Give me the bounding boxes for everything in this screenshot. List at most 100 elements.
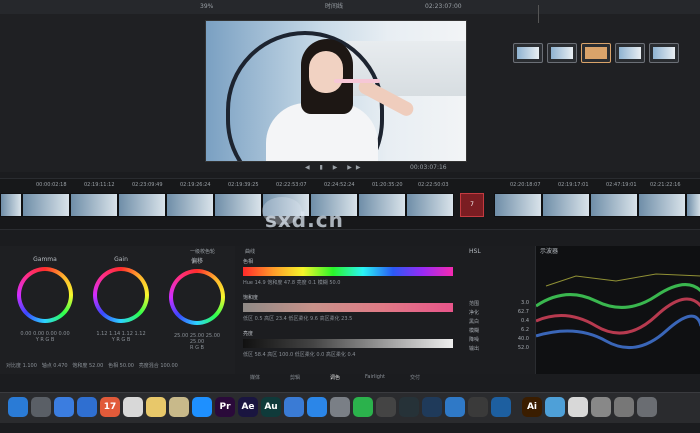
playback-buttons[interactable]: ◀ ▮ ▶ ▶▶ [305,164,364,171]
zoom-level[interactable]: 39% [200,0,213,14]
tab-deliver[interactable]: 交付 [410,374,420,381]
row-values: 低区 58.4 高区 100.0 低区柔化 0.0 高区柔化 0.4 [243,352,356,358]
chrome-icon[interactable] [123,397,143,417]
baidu-disk-icon[interactable] [284,397,304,417]
page-tabs: 媒体 剪辑 调色 Fairlight 交付 [250,374,450,388]
clip-timecode: 02:21:22:16 [650,182,681,188]
hsl-tab[interactable]: HSL [469,248,481,255]
hsl-item[interactable]: 输出 52.0 [469,345,529,354]
hue-value[interactable]: 色相 50.00 [108,363,134,369]
wheel-label: Gamma [33,256,57,263]
waveform-graph [536,273,700,349]
gain-color-wheel[interactable] [93,267,149,323]
hsl-item[interactable]: 模糊 6.2 [469,327,529,336]
motion-icon[interactable] [399,397,419,417]
timeline-clip[interactable] [542,193,590,217]
timeline-clip[interactable] [22,193,70,217]
timeline-clip[interactable] [638,193,686,217]
timeline-clip[interactable] [0,193,22,217]
node-3[interactable] [581,43,611,63]
qualifier-panel: 曲线 色相 Hue 14.9 饱和度 47.8 亮度 0.1 模糊 50.0 饱… [235,246,463,374]
node-5[interactable] [649,43,679,63]
hsl-item[interactable]: 范围 3.0 [469,300,529,309]
waveform-scope [535,246,700,374]
lum-mix-value[interactable]: 亮度混合 100.00 [139,363,178,369]
qq-icon[interactable] [192,397,212,417]
offset-color-wheel[interactable] [169,269,225,325]
illustrator-icon[interactable]: Ai [522,397,542,417]
window-icon[interactable] [591,397,611,417]
node-1[interactable] [513,43,543,63]
appstore-icon[interactable] [307,397,327,417]
timeline-clip[interactable] [70,193,118,217]
launchpad-icon[interactable] [31,397,51,417]
clip-timecode: 02:19:26:24 [180,182,211,188]
top-bar: 39% 时间线 02:23:07:00 [0,0,700,14]
preview-icon[interactable] [169,397,189,417]
window-2-icon[interactable] [614,397,634,417]
timeline-clip[interactable] [214,193,262,217]
clip-timecode: 02:19:11:12 [84,182,115,188]
saturation-row: 饱和度 低区 0.5 高区 23.4 低区柔化 9.6 高区柔化 23.5 [243,294,453,322]
pivot-value[interactable]: 轴点 0.470 [42,363,68,369]
wheel-label: Gain [114,256,128,263]
video-viewer[interactable] [205,20,467,162]
hue-slider[interactable] [243,267,453,276]
wechat-icon[interactable] [353,397,373,417]
color-icon[interactable] [491,397,511,417]
viewer-timecode: 00:03:07:16 [410,164,447,171]
row-title: 色相 [243,259,254,265]
node-4[interactable] [615,43,645,63]
timeline-clip[interactable] [358,193,406,217]
clip-timeline[interactable]: 00:00:02:18 02:19:11:12 02:23:09:49 02:1… [0,178,700,230]
timeline-clip[interactable] [118,193,166,217]
folder-icon[interactable] [545,397,565,417]
hsl-item[interactable]: 降噪 40.0 [469,336,529,345]
fcp-icon[interactable] [376,397,396,417]
tab-color[interactable]: 调色 [330,374,340,381]
node-graph[interactable] [505,38,695,68]
timeline-clip[interactable] [494,193,542,217]
resolve-icon[interactable] [468,397,488,417]
safari-icon[interactable] [54,397,74,417]
bird-icon[interactable] [445,397,465,417]
compass-icon[interactable] [77,397,97,417]
saturation-value[interactable]: 饱和度 52.00 [72,363,103,369]
hsl-item[interactable]: 净化 62.7 [469,309,529,318]
clip-timecode: 00:00:02:18 [36,182,67,188]
active-clip[interactable]: 7 [460,193,484,217]
folder-2-icon[interactable] [568,397,588,417]
contrast-value[interactable]: 对比度 1.100 [6,363,37,369]
top-timecode: 02:23:07:00 [425,3,462,10]
hsl-item[interactable]: 黑白 0.4 [469,318,529,327]
luminance-slider[interactable] [243,339,453,348]
finder-icon[interactable] [8,397,28,417]
gain-wheel-group: Gain 1.12 1.14 1.12 1.12 Y R G B [90,256,152,343]
clip-timecode: 02:19:17:01 [558,182,589,188]
tab-edit[interactable]: 剪辑 [290,374,300,381]
after-effects-icon[interactable]: Ae [238,397,258,417]
luminance-row: 亮度 低区 58.4 高区 100.0 低区柔化 0.0 高区柔化 0.4 [243,330,453,358]
dock: 17 Pr Ae Au Ai [0,392,700,423]
timeline-clip[interactable] [590,193,638,217]
timeline-clip[interactable] [686,193,700,217]
clip-timecode: 01:20:35:20 [372,182,403,188]
watermark-text: sxd.cn [265,208,344,232]
timeline-clip[interactable] [406,193,454,217]
saturation-slider[interactable] [243,303,453,312]
wheel-label: 偏移 [190,258,203,265]
node-2[interactable] [547,43,577,63]
premiere-icon[interactable]: Pr [215,397,235,417]
calendar-icon[interactable]: 17 [100,397,120,417]
clip-timecode: 02:22:50:03 [418,182,449,188]
compressor-icon[interactable] [422,397,442,417]
notes-icon[interactable] [146,397,166,417]
gamma-color-wheel[interactable] [17,267,73,323]
tab-fairlight[interactable]: Fairlight [365,374,385,380]
timeline-clip[interactable] [166,193,214,217]
hsl-items: 范围 3.0 净化 62.7 黑白 0.4 模糊 6.2 降噪 40.0 输出 52.0 [469,300,529,354]
audition-icon[interactable]: Au [261,397,281,417]
settings-icon[interactable] [330,397,350,417]
tab-media[interactable]: 媒体 [250,374,260,381]
trash-icon[interactable] [637,397,657,417]
